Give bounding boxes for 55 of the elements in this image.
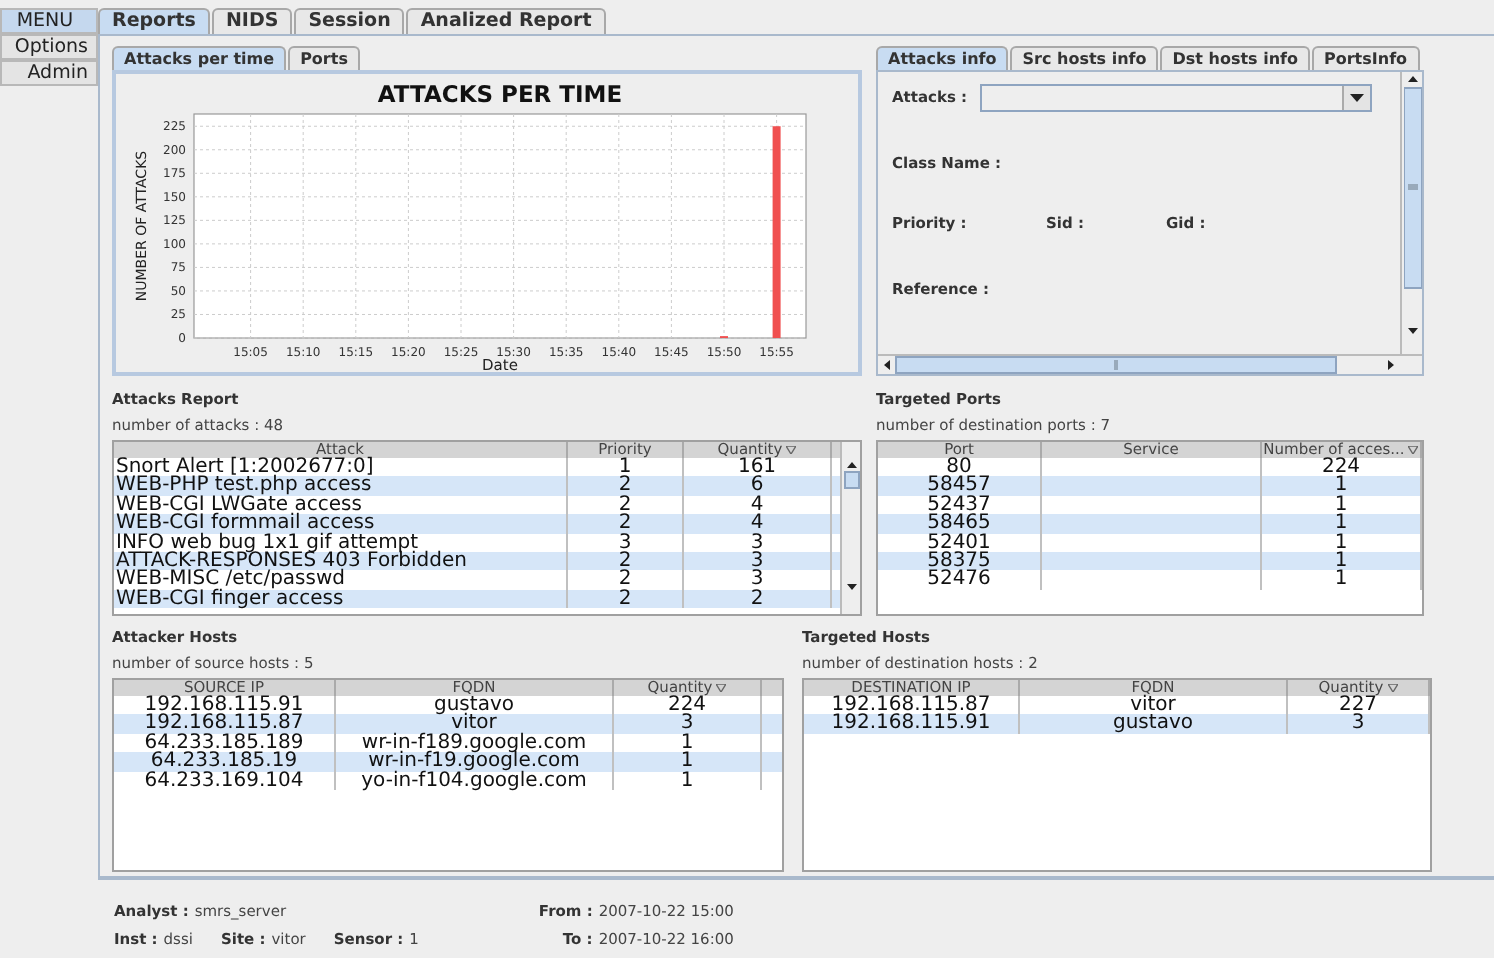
table-cell: 4 xyxy=(684,514,832,534)
table-cell: 6 xyxy=(684,476,832,496)
table-cell: 3 xyxy=(614,714,762,734)
table-cell: 2 xyxy=(568,514,684,534)
tab[interactable]: Src hosts info xyxy=(1010,46,1159,70)
table-cell: 64.233.185.19 xyxy=(114,752,336,772)
caret-icon xyxy=(1349,94,1364,102)
table-cell: 1 xyxy=(614,752,762,772)
chart-title: ATTACKS PER TIME xyxy=(377,80,623,108)
table-cell: 58465 xyxy=(878,514,1042,534)
table-cell: WEB-CGI formmail access xyxy=(114,514,568,534)
table-cell: 2 xyxy=(684,589,832,609)
tab[interactable]: Analized Report xyxy=(406,8,606,34)
attacks-dropdown[interactable] xyxy=(979,84,1372,112)
table-cell: 58457 xyxy=(878,476,1042,496)
table-cell: 1 xyxy=(1262,476,1422,496)
table-cell: 3 xyxy=(684,552,832,571)
sort-icon xyxy=(716,684,727,692)
table-cell: ATTACK-RESPONSES 403 Forbidden xyxy=(114,552,568,571)
table-cell: gustavo xyxy=(1020,714,1288,734)
table-cell: 1 xyxy=(1262,552,1422,571)
vertical-scrollbar[interactable] xyxy=(1400,72,1422,354)
menu-item[interactable]: Admin xyxy=(0,60,98,86)
tab[interactable]: Attacks per time xyxy=(112,46,287,70)
table-cell: 3 xyxy=(1288,714,1430,734)
table-cell: 58375 xyxy=(878,552,1042,571)
table-cell: 192.168.115.91 xyxy=(804,714,1020,734)
tab[interactable]: PortsInfo xyxy=(1312,46,1420,70)
table-cell: 2 xyxy=(568,589,684,609)
sort-icon xyxy=(786,446,797,454)
table-cell: 52476 xyxy=(878,570,1042,590)
tab[interactable]: Session xyxy=(294,8,405,34)
table-cell: 2 xyxy=(568,552,684,571)
horizontal-scrollbar[interactable] xyxy=(878,354,1422,374)
tab[interactable]: NIDS xyxy=(211,8,293,34)
tab[interactable]: Attacks info xyxy=(876,46,1009,70)
vertical-scrollbar[interactable] xyxy=(840,442,860,614)
table-cell: WEB-PHP test.php access xyxy=(114,476,568,496)
table-cell: WEB-CGI finger access xyxy=(114,589,568,609)
menu-item[interactable]: Options xyxy=(0,34,98,60)
menu-item[interactable]: MENU xyxy=(0,8,98,34)
sort-icon xyxy=(1408,446,1419,454)
tab[interactable]: Reports xyxy=(98,8,210,34)
tab[interactable]: Ports xyxy=(288,46,360,70)
table-cell: 2 xyxy=(568,476,684,496)
table-cell: yo-in-f104.google.com xyxy=(336,771,614,791)
table-cell: wr-in-f19.google.com xyxy=(336,752,614,772)
table-cell: 64.233.169.104 xyxy=(114,771,336,791)
table-cell: 192.168.115.87 xyxy=(114,714,336,734)
table-cell: 1 xyxy=(614,771,762,791)
table-cell: 1 xyxy=(1262,514,1422,534)
table-cell: vitor xyxy=(336,714,614,734)
sort-icon xyxy=(1387,684,1398,692)
table-cell: 1 xyxy=(1262,570,1422,590)
tab[interactable]: Dst hosts info xyxy=(1160,46,1310,70)
